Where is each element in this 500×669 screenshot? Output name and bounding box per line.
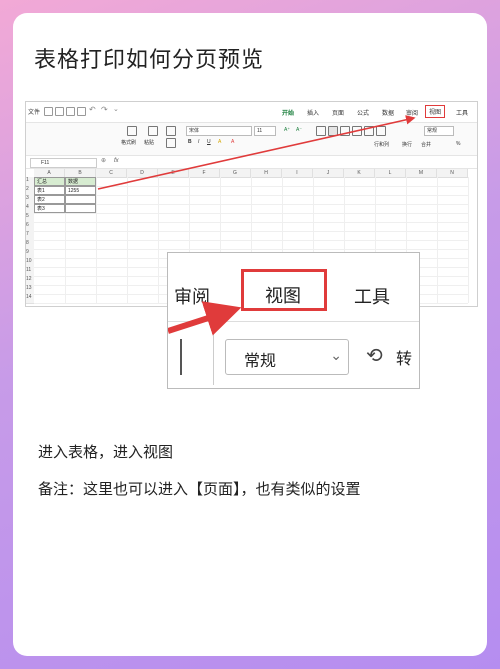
grid-line [127,177,128,303]
percent-icon[interactable]: % [456,141,460,147]
column-header-e[interactable]: E [158,169,189,178]
table-cell[interactable] [65,195,96,204]
instruction-text: 进入表格，进入视图 [38,443,174,461]
print-icon[interactable] [55,107,64,116]
tab-review[interactable]: 审阅 [406,108,418,117]
tab-page[interactable]: 页面 [332,108,344,117]
grid-line [468,177,469,303]
paste-icon[interactable] [148,126,158,136]
table-cell[interactable]: 表3 [34,204,65,213]
tab-formula[interactable]: 公式 [357,108,369,117]
menu-bar: 文件 ↶ ↷ ⌄ 开始 插入 页面 公式 数据 审阅 视图 工具 [26,102,477,123]
row-header-14[interactable]: 14 [26,294,34,304]
cut-icon[interactable] [166,126,176,136]
table-header-cell[interactable]: 数据 [65,177,96,186]
chevron-down-icon[interactable]: ⌄ [113,105,119,113]
preview-icon[interactable] [66,107,75,116]
tab-tools[interactable]: 工具 [456,108,468,117]
font-color-icon[interactable]: A [218,139,221,145]
cell-reference-box[interactable]: F11 [30,158,97,168]
align-left-icon[interactable] [352,126,362,136]
column-header-f[interactable]: F [189,169,220,178]
note-text: 备注：这里也可以进入【页面】，也有类似的设置 [38,480,361,498]
column-header-d[interactable]: D [127,169,158,178]
number-format-select[interactable]: 常规 [424,126,454,136]
column-header-j[interactable]: J [313,169,344,178]
bold-icon[interactable]: B [188,139,192,145]
tab-start[interactable]: 开始 [282,108,294,117]
column-header-m[interactable]: M [406,169,437,178]
formula-bar: F11 ⊕ fx [26,156,477,169]
table-cell[interactable]: 表1 [34,186,65,195]
align-middle-icon[interactable] [328,126,338,136]
column-header-k[interactable]: K [344,169,375,178]
font-size-select[interactable]: 11 [254,126,276,136]
tab-data[interactable]: 数据 [382,108,394,117]
column-header-n[interactable]: N [437,169,468,178]
redo-icon[interactable]: ↷ [101,105,108,114]
merge-label[interactable]: 合并 [421,141,431,148]
table-cell[interactable]: 1255 [65,186,96,195]
column-header-h[interactable]: H [251,169,282,178]
undo-icon[interactable]: ↶ [89,105,96,114]
highlight-icon[interactable]: A [231,139,234,145]
table-cell[interactable]: 表2 [34,195,65,204]
grid-line [158,177,159,303]
column-header-g[interactable]: G [220,169,251,178]
ribbon: 格式刷 粘贴 宋体 11 A⁺ A⁻ B I U A A 行和列 换行 合并 常… [26,123,477,156]
italic-icon[interactable]: I [198,139,199,145]
underline-icon[interactable]: U [207,139,211,145]
grid-line [437,177,438,303]
format-painter-icon[interactable] [127,126,137,136]
table-cell[interactable] [65,204,96,213]
grid-line [96,177,97,303]
column-header-c[interactable]: C [96,169,127,178]
export-icon[interactable] [77,107,86,116]
column-header-i[interactable]: I [282,169,313,178]
font-name-select[interactable]: 宋体 [186,126,252,136]
grow-font-icon[interactable]: A⁺ [284,127,290,133]
table-header-cell[interactable]: 汇总 [34,177,65,186]
align-top-icon[interactable] [316,126,326,136]
save-icon[interactable] [44,107,53,116]
align-center-icon[interactable] [364,126,374,136]
zoomed-view-callout: 审阅 视图 工具 常规 ⌄ ⟲ 转 [167,252,420,389]
zoom-arrow [168,301,242,336]
shrink-font-icon[interactable]: A⁻ [296,127,302,133]
align-bottom-icon[interactable] [340,126,350,136]
format-painter-label[interactable]: 格式刷 [121,139,136,146]
column-header-l[interactable]: L [375,169,406,178]
rows-cols-label[interactable]: 行和列 [374,141,389,148]
zoom-search-icon[interactable]: ⊕ [101,157,106,164]
page-title: 表格打印如何分页预览 [34,48,265,73]
rows-cols-icon[interactable] [376,126,386,136]
tab-insert[interactable]: 插入 [307,108,319,117]
tab-view[interactable]: 视图 [425,105,446,118]
copy-icon[interactable] [166,138,176,148]
file-menu[interactable]: 文件 [28,107,40,116]
wrap-label[interactable]: 换行 [402,141,412,148]
fx-icon[interactable]: fx [114,158,119,164]
paste-label[interactable]: 粘贴 [144,139,154,146]
